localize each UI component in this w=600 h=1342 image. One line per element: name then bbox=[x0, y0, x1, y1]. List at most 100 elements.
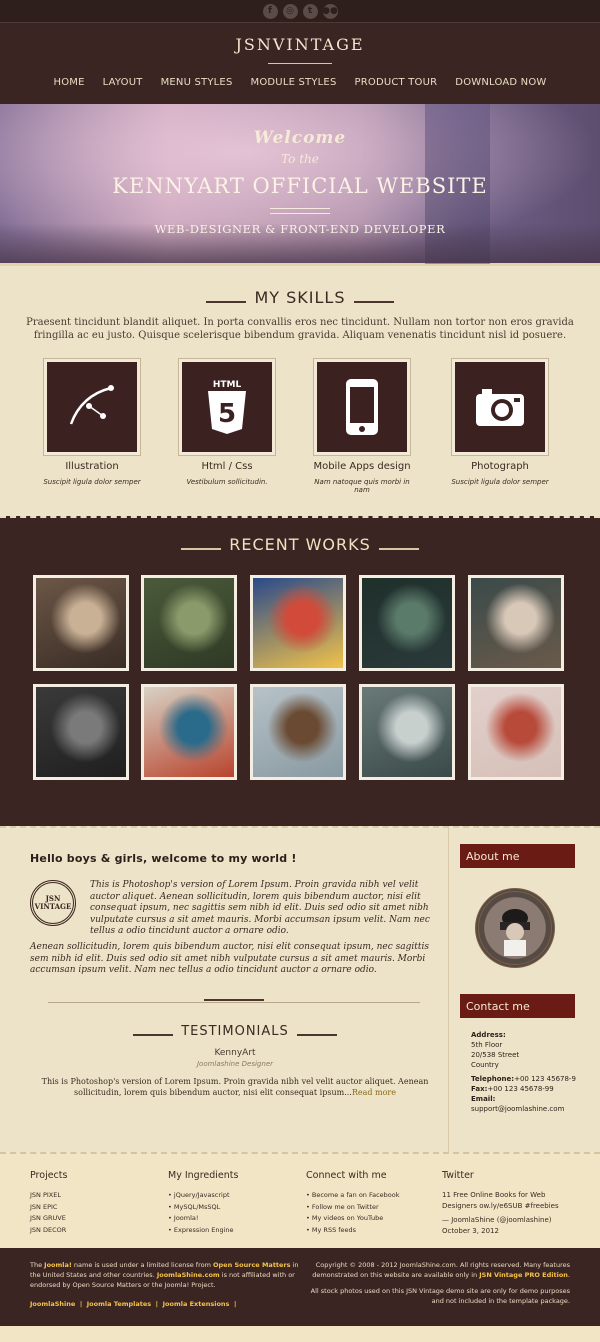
recent-works-heading: RECENT WORKS bbox=[0, 535, 600, 554]
nav-item-layout[interactable]: LAYOUT bbox=[94, 77, 152, 88]
tweet-text[interactable]: 11 Free Online Books for Web Designers o… bbox=[442, 1190, 572, 1211]
testimonial-text: This is Photoshop's version of Lorem Ips… bbox=[40, 1076, 430, 1098]
vintage-stamp-logo: JSN VINTAGE bbox=[30, 880, 76, 926]
telephone-label: Telephone: bbox=[471, 1075, 515, 1083]
work-thumb-vintage-camera-hands[interactable] bbox=[33, 575, 129, 671]
read-more-link[interactable]: Read more bbox=[352, 1088, 396, 1097]
pro-edition-link[interactable]: JSN Vintage PRO Edition bbox=[479, 1271, 568, 1279]
skill-name: Illustration bbox=[65, 461, 119, 472]
footer-link[interactable]: • My videos on YouTube bbox=[306, 1213, 400, 1225]
email-link[interactable]: support@joomlashine.com bbox=[471, 1104, 576, 1114]
skill-name: Photograph bbox=[471, 461, 529, 472]
fax-label: Fax: bbox=[471, 1085, 488, 1093]
flickr-icon[interactable]: ●● bbox=[322, 3, 338, 19]
contact-details: Address: 5th Floor 20/538 Street Country… bbox=[471, 1030, 576, 1114]
skills-intro: Praesent tincidunt blandit aliquet. In p… bbox=[26, 317, 574, 341]
welcome-paragraph-1: This is Photoshop's version of Lorem Ips… bbox=[90, 880, 430, 936]
dribbble-icon[interactable]: ◎ bbox=[282, 3, 298, 19]
osm-link[interactable]: Open Source Matters bbox=[213, 1261, 291, 1269]
testimonial-author: KennyArt bbox=[214, 1048, 256, 1058]
nav-item-module-styles[interactable]: MODULE STYLES bbox=[242, 77, 346, 88]
recent-works-title-text: RECENT WORKS bbox=[229, 535, 371, 554]
main-nav: HOME LAYOUT MENU STYLES MODULE STYLES PR… bbox=[0, 77, 600, 88]
hero-to-the: To the bbox=[281, 152, 319, 166]
footer-col-twitter: Twitter 11 Free Online Books for Web Des… bbox=[442, 1170, 572, 1236]
work-thumb-lawnmower-grass[interactable] bbox=[141, 575, 237, 671]
joomlashine-com-link[interactable]: JoomlaShine.com bbox=[157, 1271, 220, 1279]
footer-link[interactable]: • jQuery/Javascript bbox=[168, 1190, 238, 1202]
skill-name: Mobile Apps design bbox=[313, 461, 411, 472]
sidebar: About me Contact me Address: 5th Floor 2… bbox=[448, 826, 600, 1152]
nav-item-download-now[interactable]: DOWNLOAD NOW bbox=[446, 77, 555, 88]
footer-link[interactable]: JSN PIXEL bbox=[30, 1190, 67, 1202]
ornament-left-icon bbox=[206, 295, 247, 303]
ornament-left-icon bbox=[133, 1028, 174, 1036]
footer-link[interactable]: • Expression Engine bbox=[168, 1225, 238, 1237]
skill-card-illustration[interactable]: Illustration Suscipit ligula dolor sempe… bbox=[42, 359, 142, 486]
work-thumb-vw-beetle-garage[interactable] bbox=[33, 684, 129, 780]
work-thumb-hooded-person[interactable] bbox=[250, 684, 346, 780]
email-label: Email: bbox=[471, 1095, 496, 1103]
footer-heading: My Ingredients bbox=[168, 1170, 239, 1181]
skill-name: Html / Css bbox=[201, 461, 253, 472]
footer-heading: Projects bbox=[30, 1170, 68, 1181]
footer-link[interactable]: • MySQL/MsSQL bbox=[168, 1202, 238, 1214]
skill-card-html-css[interactable]: HTML 5 Html / Css Vestibulum sollicitudin… bbox=[177, 359, 277, 486]
hero-ornament bbox=[270, 208, 330, 214]
site-logo[interactable]: JSNVINTAGE bbox=[0, 35, 600, 54]
facebook-icon[interactable]: f bbox=[262, 3, 278, 19]
footer-link[interactable]: JSN DECOR bbox=[30, 1225, 67, 1237]
skill-card-mobile-apps[interactable]: Mobile Apps design Nam natoque quis morb… bbox=[312, 359, 412, 494]
footer-link-joomla-extensions[interactable]: Joomla Extensions bbox=[163, 1300, 230, 1308]
logo-ornament bbox=[268, 58, 332, 64]
skills-title-text: MY SKILLS bbox=[254, 288, 346, 307]
work-thumb-night-street-crowd[interactable] bbox=[359, 575, 455, 671]
smartphone-icon bbox=[314, 359, 410, 455]
contact-me-heading: Contact me bbox=[460, 994, 575, 1018]
nav-item-menu-styles[interactable]: MENU STYLES bbox=[152, 77, 242, 88]
skill-desc: Suscipit ligula dolor semper bbox=[43, 478, 141, 486]
telephone-value: +00 123 45678-9 bbox=[514, 1075, 576, 1083]
footer-copyright: Copyright © 2008 - 2012 JoomlaShine.com.… bbox=[300, 1260, 570, 1306]
svg-text:HTML: HTML bbox=[213, 380, 242, 390]
footer-link[interactable]: • Joomla! bbox=[168, 1213, 238, 1225]
testimonial-role: Joomlashine Designer bbox=[196, 1060, 274, 1068]
stock-photos-note: All stock photos used on this JSN Vintag… bbox=[310, 1287, 570, 1305]
tweet-date: October 3, 2012 bbox=[442, 1226, 499, 1235]
work-thumb-retro-camera-table[interactable] bbox=[468, 684, 564, 780]
tweet-author[interactable]: — JoomlaShine (@joomlashine) bbox=[442, 1215, 572, 1226]
work-thumb-rocking-city-poster[interactable] bbox=[250, 575, 346, 671]
address-label: Address: bbox=[471, 1031, 506, 1039]
hero-welcome: Welcome bbox=[253, 128, 347, 148]
footer-license-text: The Joomla! name is used under a limited… bbox=[30, 1260, 300, 1290]
footer-link[interactable]: • Become a fan on Facebook bbox=[306, 1190, 400, 1202]
work-thumb-cafe-umbrella[interactable] bbox=[468, 575, 564, 671]
joomla-link[interactable]: Joomla! bbox=[44, 1261, 72, 1269]
skill-card-photograph[interactable]: Photograph Suscipit ligula dolor semper bbox=[450, 359, 550, 486]
nav-item-home[interactable]: HOME bbox=[44, 77, 93, 88]
page-bottom-strip bbox=[0, 1326, 600, 1342]
footer-col-connect: Connect with me • Become a fan on Facebo… bbox=[306, 1170, 400, 1236]
twitter-icon[interactable]: t bbox=[302, 3, 318, 19]
fax-value: +00 123 45678-99 bbox=[487, 1085, 554, 1093]
footer-col-ingredients: My Ingredients • jQuery/Javascript • MyS… bbox=[168, 1170, 238, 1236]
footer-link[interactable]: • My RSS feeds bbox=[306, 1225, 400, 1237]
social-bar: f ◎ t ●● bbox=[0, 0, 600, 22]
footer-link-joomlashine[interactable]: JoomlaShine bbox=[30, 1300, 75, 1308]
footer-link-joomla-templates[interactable]: Joomla Templates bbox=[87, 1300, 151, 1308]
nav-item-product-tour[interactable]: PRODUCT TOUR bbox=[346, 77, 447, 88]
skill-desc: Nam natoque quis morbi in nam bbox=[314, 478, 410, 494]
footer-link[interactable]: JSN GRUVE bbox=[30, 1213, 67, 1225]
divider-ornament bbox=[204, 999, 264, 1005]
footer-link[interactable]: • Follow me on Twitter bbox=[306, 1202, 400, 1214]
testimonials-heading: TESTIMONIALS bbox=[0, 1024, 470, 1039]
footer-bottom-links: JoomlaShine | Joomla Templates | Joomla … bbox=[30, 1300, 237, 1308]
work-thumb-old-books[interactable] bbox=[141, 684, 237, 780]
footer-heading: Twitter bbox=[442, 1170, 474, 1181]
footer-link[interactable]: JSN EPIC bbox=[30, 1202, 67, 1214]
welcome-heading: Hello boys & girls, welcome to my world … bbox=[30, 852, 297, 865]
hero-title: KENNYART OFFICIAL WEBSITE bbox=[112, 174, 488, 198]
license-text-part: The bbox=[30, 1261, 45, 1269]
footer-heading: Connect with me bbox=[306, 1170, 387, 1181]
work-thumb-vintage-van[interactable] bbox=[359, 684, 455, 780]
